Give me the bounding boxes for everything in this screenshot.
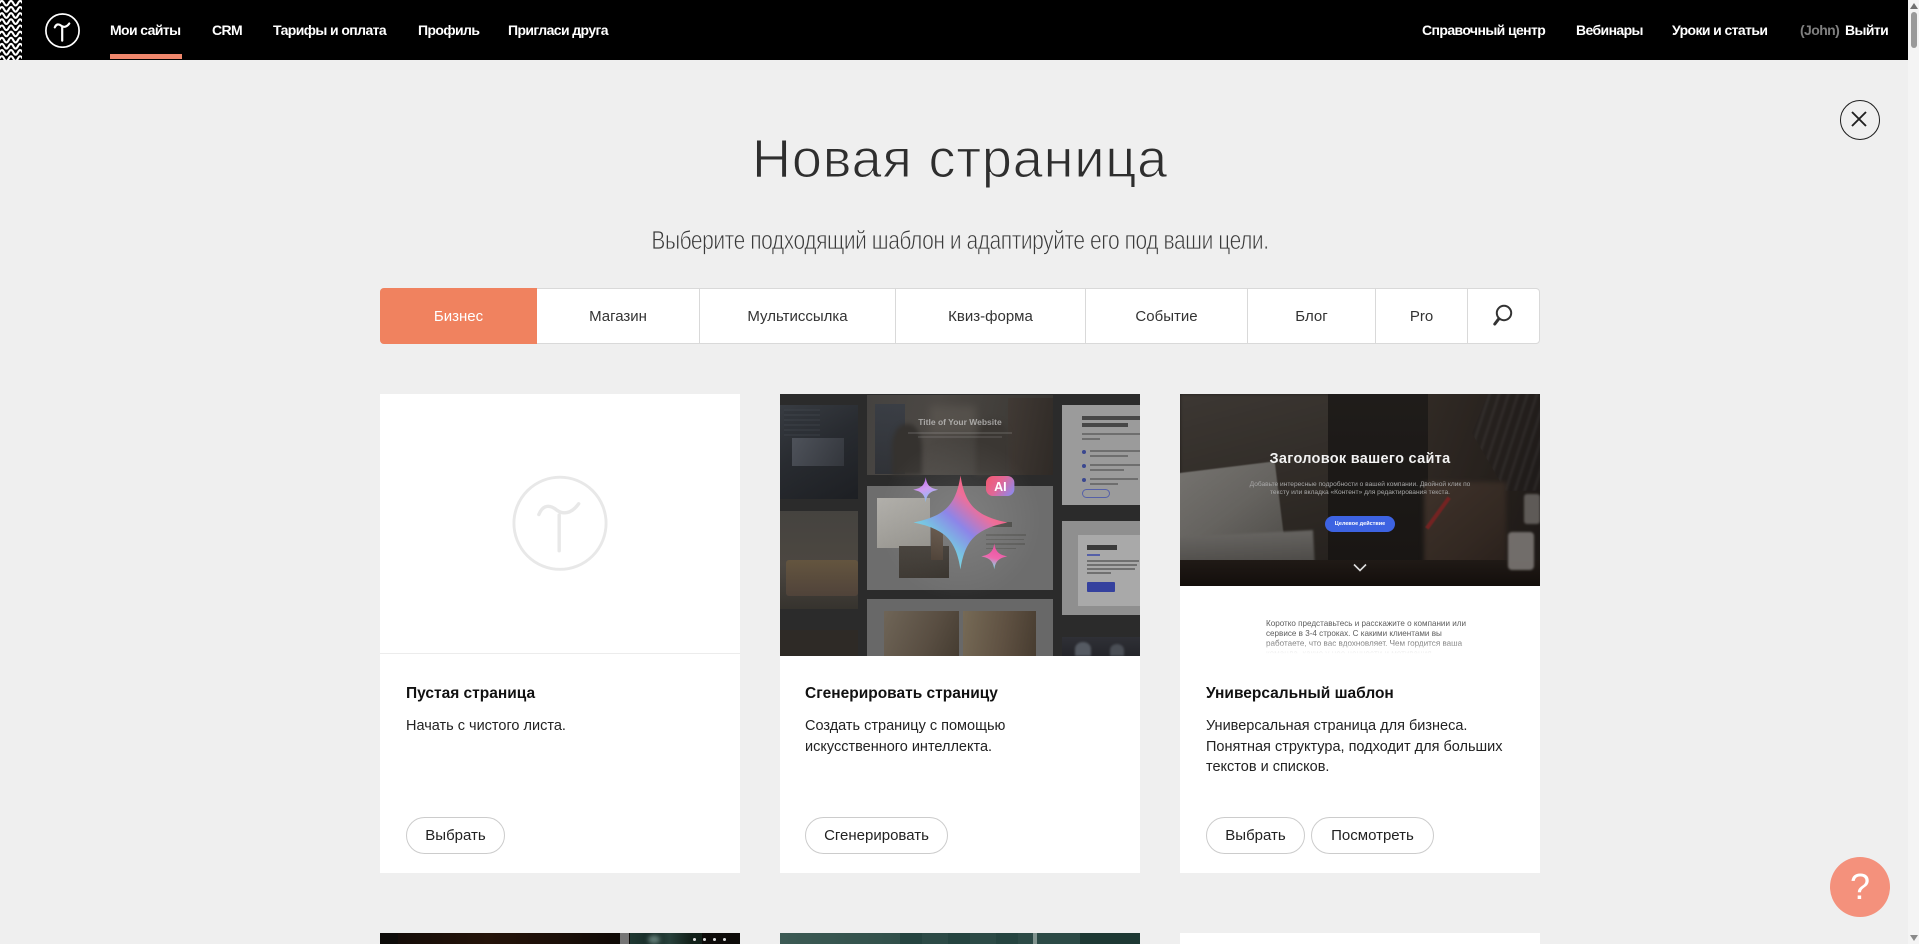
svg-text:AI: AI	[994, 480, 1007, 494]
